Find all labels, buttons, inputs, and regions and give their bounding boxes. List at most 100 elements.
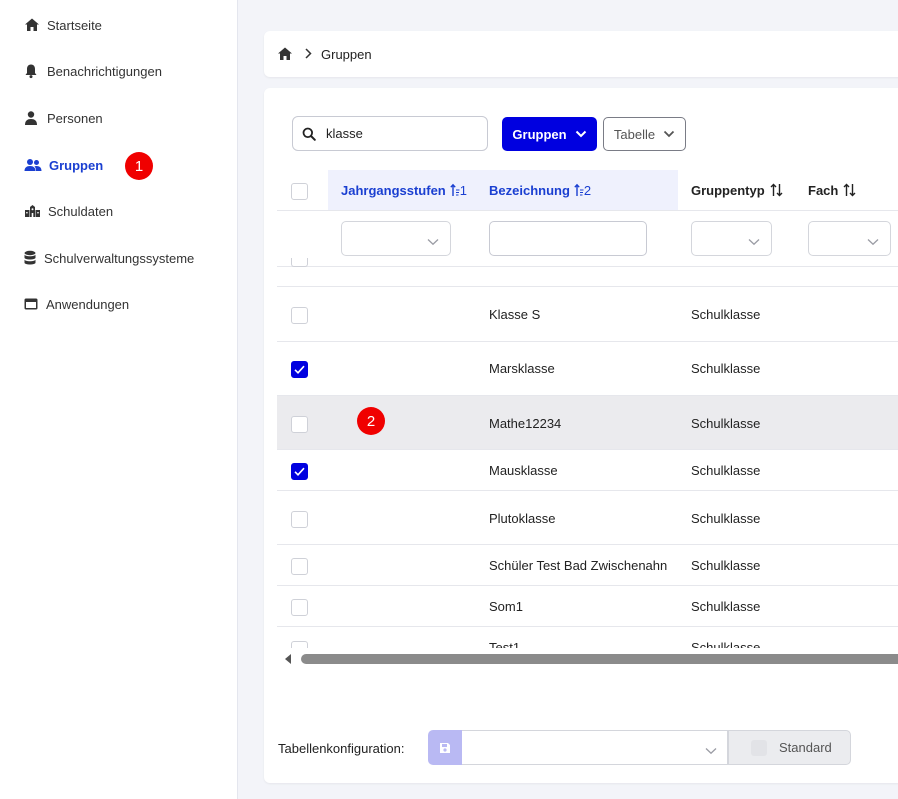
bezeichnung-filter-input[interactable] — [489, 221, 647, 256]
horizontal-scrollbar[interactable] — [301, 654, 898, 664]
cell-gruppentyp: Schulklasse — [691, 307, 761, 322]
column-header-jahrgangsstufen[interactable]: Jahrgangsstufen 1 — [341, 170, 467, 210]
chevron-right-icon — [304, 47, 312, 62]
home-icon[interactable] — [277, 46, 293, 62]
row-checkbox[interactable] — [291, 463, 308, 480]
check-icon — [294, 365, 305, 374]
jahrgangsstufen-filter-select[interactable] — [341, 221, 451, 256]
sidebar-item-personen[interactable]: Personen — [24, 106, 103, 130]
column-header-label: Gruppentyp — [691, 182, 765, 198]
sidebar-item-label: Startseite — [47, 17, 102, 33]
scroll-left-arrow-icon[interactable] — [283, 653, 293, 668]
check-icon — [294, 467, 305, 476]
column-header-gruppentyp[interactable]: Gruppentyp — [691, 170, 783, 210]
tabelle-view-button[interactable]: Tabelle — [603, 117, 686, 151]
gruppen-button-label: Gruppen — [512, 126, 567, 142]
gruppentyp-filter-select[interactable] — [691, 221, 772, 256]
breadcrumb: Gruppen — [264, 31, 898, 77]
header-divider — [277, 210, 898, 211]
select-all-checkbox[interactable] — [291, 183, 308, 200]
tabelle-button-label: Tabelle — [613, 126, 656, 142]
cell-bezeichnung: Marsklasse — [489, 361, 555, 376]
sort-icon — [770, 183, 783, 197]
row-divider — [277, 341, 898, 342]
sort-order: 2 — [583, 182, 592, 198]
search-icon — [302, 127, 316, 141]
chevron-down-icon — [867, 234, 879, 249]
sort-order: 1 — [459, 182, 467, 198]
bell-icon — [24, 63, 40, 79]
standard-checkbox[interactable] — [751, 740, 767, 756]
search-field[interactable] — [292, 116, 488, 151]
table-config-select[interactable] — [462, 730, 728, 765]
sidebar-item-gruppen[interactable]: Gruppen — [24, 153, 103, 177]
save-icon — [440, 742, 450, 753]
sidebar-item-label: Benachrichtigungen — [47, 63, 162, 79]
sidebar-item-benachrichtigungen[interactable]: Benachrichtigungen — [24, 59, 162, 83]
cell-bezeichnung: Plutoklasse — [489, 511, 556, 526]
row-divider — [277, 286, 898, 287]
window-icon — [24, 296, 39, 312]
standard-label: Standard — [779, 740, 832, 755]
filter-divider — [277, 266, 898, 267]
cell-bezeichnung: Som1 — [489, 599, 523, 614]
standard-toggle[interactable]: Standard — [728, 730, 851, 765]
column-header-label: Bezeichnung — [489, 182, 570, 198]
row-checkbox[interactable] — [291, 258, 308, 267]
sidebar: Startseite Benachrichtigungen Personen G… — [0, 0, 238, 799]
column-header-bezeichnung[interactable]: Bezeichnung 2 — [489, 170, 591, 210]
column-header-label: Jahrgangsstufen — [341, 182, 446, 198]
sort-icon — [843, 183, 856, 197]
row-checkbox[interactable] — [291, 511, 308, 528]
sidebar-item-label: Schulverwaltungssysteme — [44, 250, 195, 266]
row-divider — [277, 585, 898, 586]
home-icon — [24, 17, 40, 33]
school-icon — [24, 203, 41, 219]
cell-bezeichnung: Test1 — [489, 640, 521, 648]
chevron-down-icon — [748, 234, 760, 249]
table-config-label: Tabellenkonfiguration: — [278, 741, 405, 756]
gruppen-filter-button[interactable]: Gruppen — [502, 117, 597, 151]
sidebar-item-schuldaten[interactable]: Schuldaten — [24, 199, 113, 223]
row-checkbox[interactable] — [291, 416, 308, 433]
cell-gruppentyp: Schulklasse — [691, 361, 761, 376]
users-icon — [24, 157, 42, 173]
chevron-down-icon — [427, 234, 439, 249]
sidebar-item-label: Anwendungen — [46, 296, 130, 312]
column-header-fach[interactable]: Fach — [808, 170, 856, 210]
chevron-down-icon — [663, 130, 675, 138]
step-badge: 1 — [125, 152, 153, 180]
sort-asc-icon — [450, 183, 460, 197]
cell-bezeichnung: Schüler Test Bad Zwischenahn — [489, 558, 668, 573]
row-divider — [277, 544, 898, 545]
search-input[interactable] — [324, 125, 474, 142]
row-checkbox[interactable] — [291, 307, 308, 324]
sidebar-item-startseite[interactable]: Startseite — [24, 13, 102, 37]
sidebar-item-schulverwaltungssysteme[interactable]: Schulverwaltungssysteme — [24, 246, 194, 270]
cell-bezeichnung: Mausklasse — [489, 463, 558, 478]
cell-bezeichnung: Mathe12234 — [489, 416, 562, 431]
row-checkbox[interactable] — [291, 361, 308, 378]
row-checkbox[interactable] — [291, 641, 308, 648]
sidebar-item-label: Schuldaten — [48, 203, 114, 219]
row-checkbox[interactable] — [291, 599, 308, 616]
cell-gruppentyp: Schulklasse — [691, 558, 761, 573]
groups-card: Gruppen Tabelle Jahrgangsstufen 1 Bezeic… — [264, 88, 898, 783]
row-checkbox[interactable] — [291, 558, 308, 575]
save-config-button[interactable] — [428, 730, 462, 765]
row-divider — [277, 490, 898, 491]
cell-gruppentyp: Schulklasse — [691, 640, 761, 648]
database-icon — [24, 250, 37, 266]
person-icon — [24, 110, 40, 126]
column-header-label: Fach — [808, 182, 839, 198]
cell-gruppentyp: Schulklasse — [691, 511, 761, 526]
cell-bezeichnung: Klasse S — [489, 307, 541, 322]
sort-asc-icon — [574, 183, 584, 197]
chevron-down-icon — [705, 743, 717, 758]
breadcrumb-current: Gruppen — [321, 46, 372, 62]
sidebar-item-label: Personen — [47, 110, 103, 126]
table-row-clipped: Test1 Schulklasse — [277, 627, 898, 648]
sidebar-item-anwendungen[interactable]: Anwendungen — [24, 292, 129, 316]
fach-filter-select[interactable] — [808, 221, 891, 256]
chevron-down-icon — [575, 130, 587, 138]
